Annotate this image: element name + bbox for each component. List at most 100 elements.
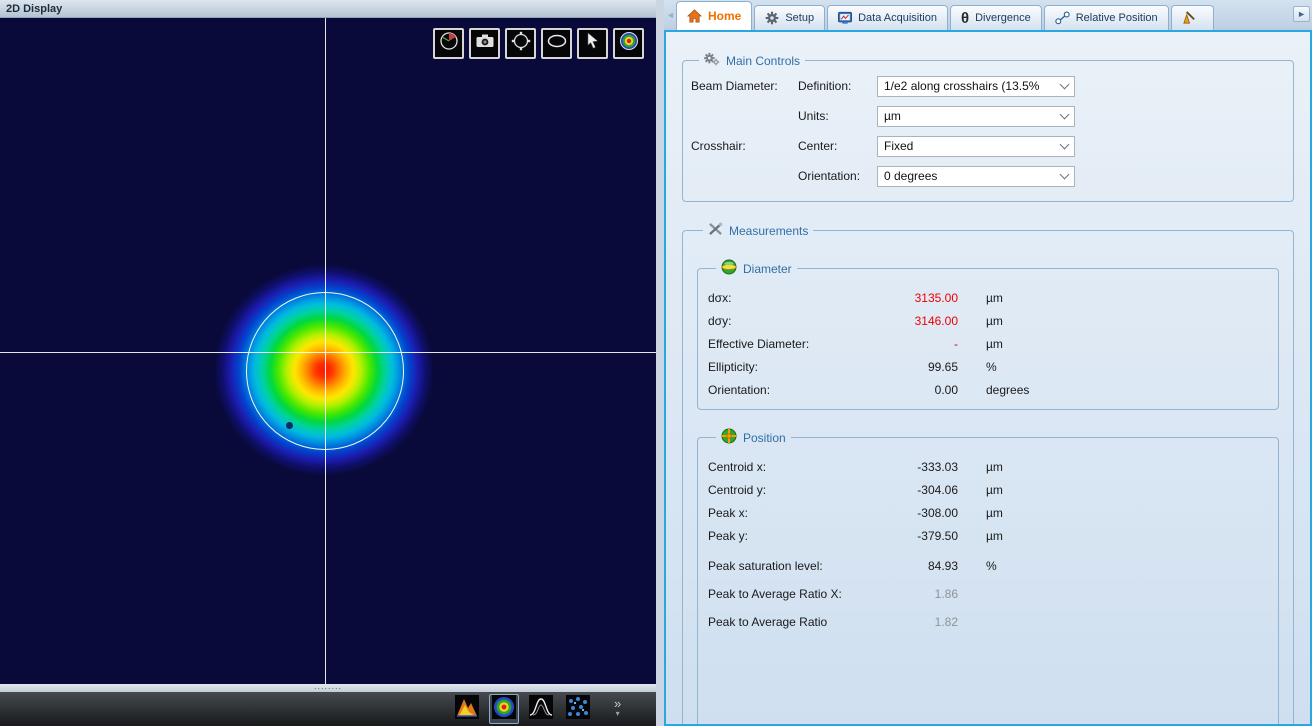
cursor-tool-button[interactable] xyxy=(577,28,608,59)
rotate-ellipse-tool-button[interactable] xyxy=(505,28,536,59)
view-switch-toolbar: » ▾ xyxy=(0,692,656,726)
double-chevron-icon: » xyxy=(614,699,621,709)
tab-home[interactable]: Home xyxy=(676,1,752,30)
measurement-value: -308.00 xyxy=(896,506,958,520)
toolbar-overflow-button[interactable]: » ▾ xyxy=(614,699,621,719)
camera-tool-button[interactable] xyxy=(469,28,500,59)
tab-bar: ◄ Home Setup Data Acquisition θ Divergen… xyxy=(664,0,1312,30)
measurement-unit: µm xyxy=(986,337,1003,351)
control-row: Beam Diameter: Definition: 1/e2 along cr… xyxy=(691,71,1285,101)
measurement-unit: degrees xyxy=(986,383,1029,397)
control-group-label: Crosshair: xyxy=(691,139,798,153)
target-tool-button[interactable] xyxy=(613,28,644,59)
splitter-grip-dots: ........ xyxy=(314,681,342,691)
select-value: 1/e2 along crosshairs (13.5% xyxy=(884,79,1039,93)
tab-scroll-right-button[interactable]: ► xyxy=(1293,6,1310,22)
control-row: Units: µm xyxy=(691,101,1285,131)
select-value: Fixed xyxy=(884,139,913,153)
main-controls-legend: Main Controls xyxy=(699,52,805,69)
tab-label: Relative Position xyxy=(1076,12,1158,24)
measurement-value: 1.86 xyxy=(896,587,958,601)
measurement-row: Peak to Average Ratio 1.82 xyxy=(708,615,1268,629)
group-title: Diameter xyxy=(743,262,792,276)
tab-label: Data Acquisition xyxy=(858,12,937,24)
measurement-row: Centroid y: -304.06 µm xyxy=(708,483,1268,497)
center-select[interactable]: Fixed xyxy=(877,136,1075,157)
cursor-icon xyxy=(583,31,603,56)
measurement-unit: % xyxy=(986,559,997,573)
measurement-value: 0.00 xyxy=(896,383,958,397)
vertical-splitter[interactable] xyxy=(656,0,664,726)
ellipse-icon xyxy=(547,31,567,56)
tab-scroll-left-button[interactable]: ◄ xyxy=(666,10,675,20)
nodes-icon xyxy=(1055,11,1070,25)
measurement-value: - xyxy=(896,337,958,351)
measurement-row: Ellipticity: 99.65 % xyxy=(708,360,1268,374)
panel-title: 2D Display xyxy=(0,0,656,18)
gears-icon xyxy=(704,52,720,69)
2d-view-button[interactable] xyxy=(489,694,519,724)
chevron-down-icon xyxy=(1060,80,1070,90)
measurement-label: Orientation: xyxy=(708,383,896,397)
beam-profiler-app: 2D Display xyxy=(0,0,1312,726)
3d-surface-icon xyxy=(455,695,479,724)
tab-relative-position[interactable]: Relative Position xyxy=(1044,5,1169,30)
measurement-unit: µm xyxy=(986,483,1003,497)
diameter-legend: Diameter xyxy=(716,259,797,278)
camera-icon xyxy=(475,31,495,56)
measurement-label: Peak saturation level: xyxy=(708,559,896,573)
measurement-row: Effective Diameter: - µm xyxy=(708,337,1268,351)
group-title: Measurements xyxy=(729,224,808,238)
ellipse-tool-button[interactable] xyxy=(541,28,572,59)
measurement-label: Peak y: xyxy=(708,529,896,543)
diameter-group: Diameter dσx: 3135.00 µm dσy: 3146.00 µm… xyxy=(697,259,1279,410)
measurement-unit: µm xyxy=(986,506,1003,520)
chart-icon xyxy=(838,11,852,25)
measurement-label: Peak x: xyxy=(708,506,896,520)
tab-divergence[interactable]: θ Divergence xyxy=(950,5,1042,30)
beam-circle-overlay xyxy=(246,292,404,450)
control-field-label: Units: xyxy=(798,109,877,123)
main-controls-group: Main Controls Beam Diameter: Definition:… xyxy=(682,52,1294,202)
measurement-unit: µm xyxy=(986,314,1003,328)
units-select[interactable]: µm xyxy=(877,106,1075,127)
chevron-down-icon xyxy=(1060,140,1070,150)
sector-tool-button[interactable] xyxy=(433,28,464,59)
position-crosshair-icon xyxy=(721,428,737,447)
orientation-select[interactable]: 0 degrees xyxy=(877,166,1075,187)
tab-partial[interactable] xyxy=(1171,5,1214,30)
profiles-view-button[interactable] xyxy=(526,694,556,724)
measurement-label: Peak to Average Ratio X: xyxy=(708,587,896,601)
measurement-label: dσx: xyxy=(708,291,896,305)
control-field-label: Orientation: xyxy=(798,169,877,183)
measurement-value: -379.50 xyxy=(896,529,958,543)
measurement-row: dσx: 3135.00 µm xyxy=(708,291,1268,305)
measurement-value: 3146.00 xyxy=(896,314,958,328)
measurement-value: -333.03 xyxy=(896,460,958,474)
position-group: Position Centroid x: -333.03 µm Centroid… xyxy=(697,428,1279,726)
home-icon xyxy=(687,9,702,23)
control-field-label: Definition: xyxy=(798,79,877,93)
tab-label: Setup xyxy=(785,12,814,24)
tab-data-acquisition[interactable]: Data Acquisition xyxy=(827,5,948,30)
measurement-unit: µm xyxy=(986,291,1003,305)
array-view-button[interactable] xyxy=(563,694,593,724)
measurement-unit: % xyxy=(986,360,997,374)
gaussian-profiles-icon xyxy=(529,695,553,724)
control-field-label: Center: xyxy=(798,139,877,153)
display-toolbar xyxy=(433,28,644,59)
measurement-label: Centroid x: xyxy=(708,460,896,474)
measurement-value: -304.06 xyxy=(896,483,958,497)
diameter-sphere-icon xyxy=(721,259,737,278)
3d-view-button[interactable] xyxy=(452,694,482,724)
beam-display-canvas[interactable] xyxy=(0,18,656,684)
measurement-row: Peak x: -308.00 µm xyxy=(708,506,1268,520)
control-row: Orientation: 0 degrees xyxy=(691,161,1285,191)
definition-select[interactable]: 1/e2 along crosshairs (13.5% xyxy=(877,76,1075,97)
measurement-unit: µm xyxy=(986,460,1003,474)
tab-setup[interactable]: Setup xyxy=(754,5,825,30)
horizontal-splitter[interactable]: ........ xyxy=(0,684,656,692)
control-row: Crosshair: Center: Fixed xyxy=(691,131,1285,161)
measurement-label: dσy: xyxy=(708,314,896,328)
position-legend: Position xyxy=(716,428,791,447)
